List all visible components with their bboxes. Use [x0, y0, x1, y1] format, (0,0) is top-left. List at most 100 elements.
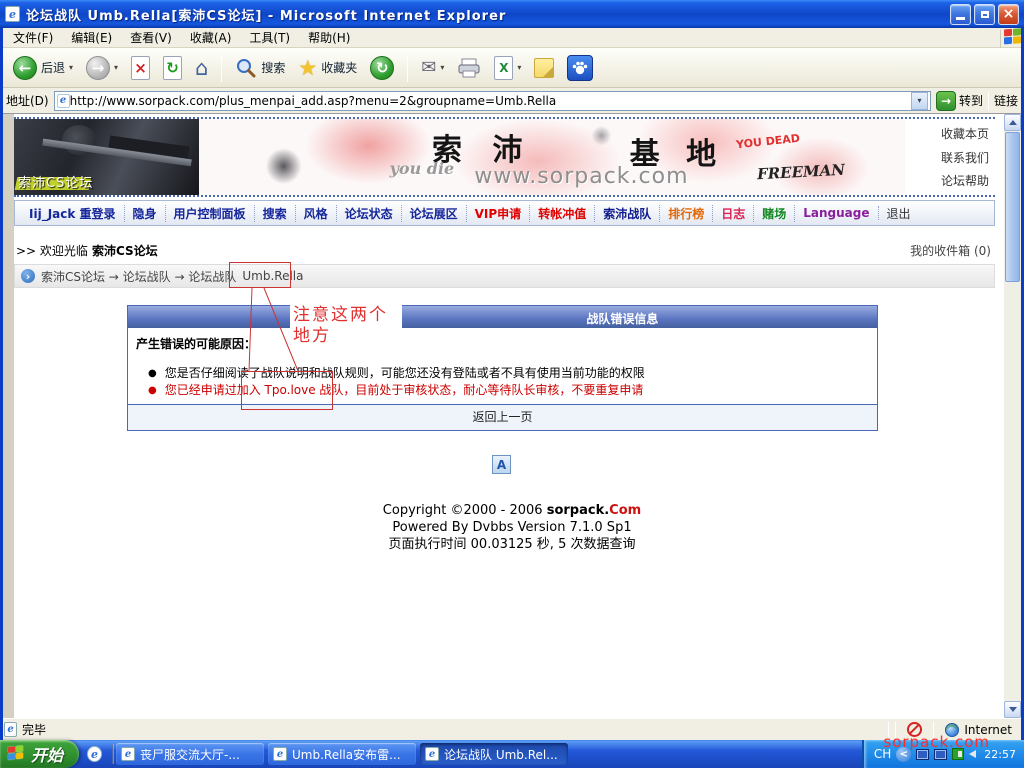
mail-dropdown-icon[interactable]: ▾ — [440, 63, 444, 72]
scroll-down-button[interactable] — [1004, 701, 1021, 718]
scroll-up-button[interactable] — [1004, 114, 1021, 131]
menu-view[interactable]: 查看(V) — [121, 27, 181, 48]
scroll-up-icon — [1009, 120, 1017, 125]
back-dropdown-icon[interactable]: ▾ — [69, 63, 73, 72]
task-title: 丧尸服交流大厅-... — [140, 746, 240, 763]
my-inbox-link[interactable]: 我的收件箱 (0) — [910, 242, 991, 259]
forum-nav-bar: Iij_Jack 重登录 隐身 用户控制面板 搜索 风格 论坛状态 论坛展区 V… — [14, 200, 995, 226]
menu-edit[interactable]: 编辑(E) — [62, 27, 121, 48]
menu-file[interactable]: 文件(F) — [4, 27, 62, 48]
close-icon: × — [1003, 6, 1015, 22]
mail-icon: ✉ — [421, 57, 436, 78]
refresh-icon: ↻ — [163, 56, 182, 80]
favorites-button[interactable]: ★ 收藏夹 — [293, 51, 362, 85]
breadcrumb-path[interactable]: 索沛CS论坛 → 论坛战队 → 论坛战队 — [41, 268, 236, 285]
annotation-note-text: 注意这两个地方 — [290, 304, 402, 350]
window-title: 论坛战队 Umb.Rella[索沛CS论坛] - Microsoft Inter… — [26, 5, 947, 24]
nav-vip-apply[interactable]: VIP申请 — [467, 205, 531, 222]
toolbar-separator — [407, 54, 408, 82]
address-dropdown-icon: ▾ — [917, 96, 921, 105]
restore-button[interactable] — [974, 4, 995, 25]
a-image-icon[interactable]: A — [492, 455, 511, 474]
breadcrumb-arrow-icon: › — [21, 269, 35, 283]
contact-us-link[interactable]: 联系我们 — [941, 149, 989, 166]
quick-launch-ie-icon[interactable]: e — [87, 746, 102, 762]
error-box-header: 战队错误信息 — [128, 306, 877, 328]
nav-forum-status[interactable]: 论坛状态 — [337, 205, 402, 222]
mail-button[interactable]: ✉ ▾ — [416, 51, 449, 85]
nav-clan[interactable]: 索沛战队 — [595, 205, 660, 222]
start-button[interactable]: 开始 — [0, 740, 79, 768]
favorites-star-icon: ★ — [298, 56, 317, 80]
forward-button[interactable]: → ▾ — [81, 51, 123, 85]
paw-icon — [567, 55, 593, 81]
copyright-line: Copyright ©2000 - 2006 sorpack.Com — [0, 502, 1024, 519]
ie-window: e 论坛战队 Umb.Rella[索沛CS论坛] - Microsoft Int… — [0, 0, 1024, 768]
forward-dropdown-icon[interactable]: ▾ — [114, 63, 118, 72]
edit-dropdown-icon[interactable]: ▾ — [517, 63, 521, 72]
minimize-button[interactable] — [950, 4, 971, 25]
nav-transfer-recharge[interactable]: 转帐冲值 — [530, 205, 595, 222]
brand-name[interactable]: sorpack. — [547, 503, 609, 518]
menu-favorites[interactable]: 收藏(A) — [181, 27, 241, 48]
scrollbar-thumb[interactable] — [1005, 132, 1020, 282]
task-button-3-active[interactable]: e 论坛战队 Umb.Rel... — [420, 743, 568, 765]
edit-icon: X — [494, 56, 513, 80]
forum-help-link[interactable]: 论坛帮助 — [941, 172, 989, 189]
refresh-button[interactable]: ↻ — [158, 51, 187, 85]
nav-logout[interactable]: 退出 — [879, 205, 919, 222]
home-button[interactable]: ⌂ — [190, 51, 213, 85]
bookmark-page-link[interactable]: 收藏本页 — [941, 125, 989, 142]
volume-icon[interactable] — [969, 750, 976, 758]
error-box-title: 战队错误信息 — [586, 310, 658, 327]
nav-style[interactable]: 风格 — [296, 205, 337, 222]
scroll-down-icon — [1009, 707, 1017, 712]
nav-blog[interactable]: 日志 — [713, 205, 754, 222]
banner-you-dead-text: YOU DEAD — [735, 132, 800, 152]
history-button[interactable]: ↻ — [365, 51, 399, 85]
logo-text: 索沛CS论坛 — [18, 172, 93, 191]
paw-toolbar-button[interactable] — [562, 51, 598, 85]
nav-user-relogin[interactable]: Iij_Jack 重登录 — [21, 205, 125, 222]
vertical-scrollbar[interactable] — [1004, 114, 1021, 718]
nav-invisible[interactable]: 隐身 — [125, 205, 166, 222]
nav-language[interactable]: Language — [795, 206, 878, 220]
nav-casino[interactable]: 赌场 — [754, 205, 795, 222]
task-title: Umb.Rella安布雷... — [292, 746, 401, 763]
back-button[interactable]: ← 后退 ▾ — [8, 51, 78, 85]
nav-ranking[interactable]: 排行榜 — [660, 205, 713, 222]
search-button[interactable]: 搜索 — [230, 51, 290, 85]
stop-button[interactable]: × — [126, 51, 155, 85]
status-done-text: 完毕 — [22, 721, 46, 738]
menu-bar: 文件(F) 编辑(E) 查看(V) 收藏(A) 工具(T) 帮助(H) — [0, 28, 1024, 48]
nav-forum-zone[interactable]: 论坛展区 — [402, 205, 467, 222]
forum-logo-image[interactable]: 索沛CS论坛 — [14, 119, 199, 195]
go-button[interactable]: → 转到 — [936, 91, 983, 111]
breadcrumb: › 索沛CS论坛 → 论坛战队 → 论坛战队 Umb.Rella — [14, 264, 995, 288]
nav-user-control-panel[interactable]: 用户控制面板 — [166, 205, 255, 222]
notes-button[interactable] — [529, 51, 559, 85]
task-button-2[interactable]: e Umb.Rella安布雷... — [268, 743, 416, 765]
menu-help[interactable]: 帮助(H) — [299, 27, 359, 48]
address-input[interactable] — [70, 93, 911, 109]
nav-search[interactable]: 搜索 — [255, 205, 296, 222]
task-button-1[interactable]: e 丧尸服交流大厅-... — [116, 743, 264, 765]
address-dropdown-button[interactable]: ▾ — [911, 92, 928, 110]
taskbar-divider — [112, 744, 114, 764]
brand-tld[interactable]: Com — [609, 503, 641, 518]
print-button[interactable] — [452, 51, 486, 85]
clan-error-box: 战队错误信息 产生错误的可能原因： ●您是否仔细阅读了战队说明和战队规则，可能您… — [127, 305, 878, 431]
page-left-margin — [3, 114, 14, 718]
close-button[interactable]: × — [998, 4, 1019, 25]
banner-artwork[interactable]: 索 沛 基 地 you die www.sorpack.com YOU DEAD… — [199, 119, 905, 195]
menu-tools[interactable]: 工具(T) — [240, 27, 299, 48]
edit-button[interactable]: X ▾ — [489, 51, 526, 85]
error-reason-title: 产生错误的可能原因： — [136, 335, 869, 352]
toolbar-separator — [221, 54, 222, 82]
banner-you-die-text: you die — [390, 159, 455, 178]
favorites-label: 收藏夹 — [321, 59, 357, 76]
banner-freeman-text: FREEMAN — [756, 161, 845, 184]
search-icon — [235, 57, 257, 79]
links-toolbar-label[interactable]: 链接 — [994, 92, 1018, 109]
address-label: 地址(D) — [6, 92, 49, 109]
